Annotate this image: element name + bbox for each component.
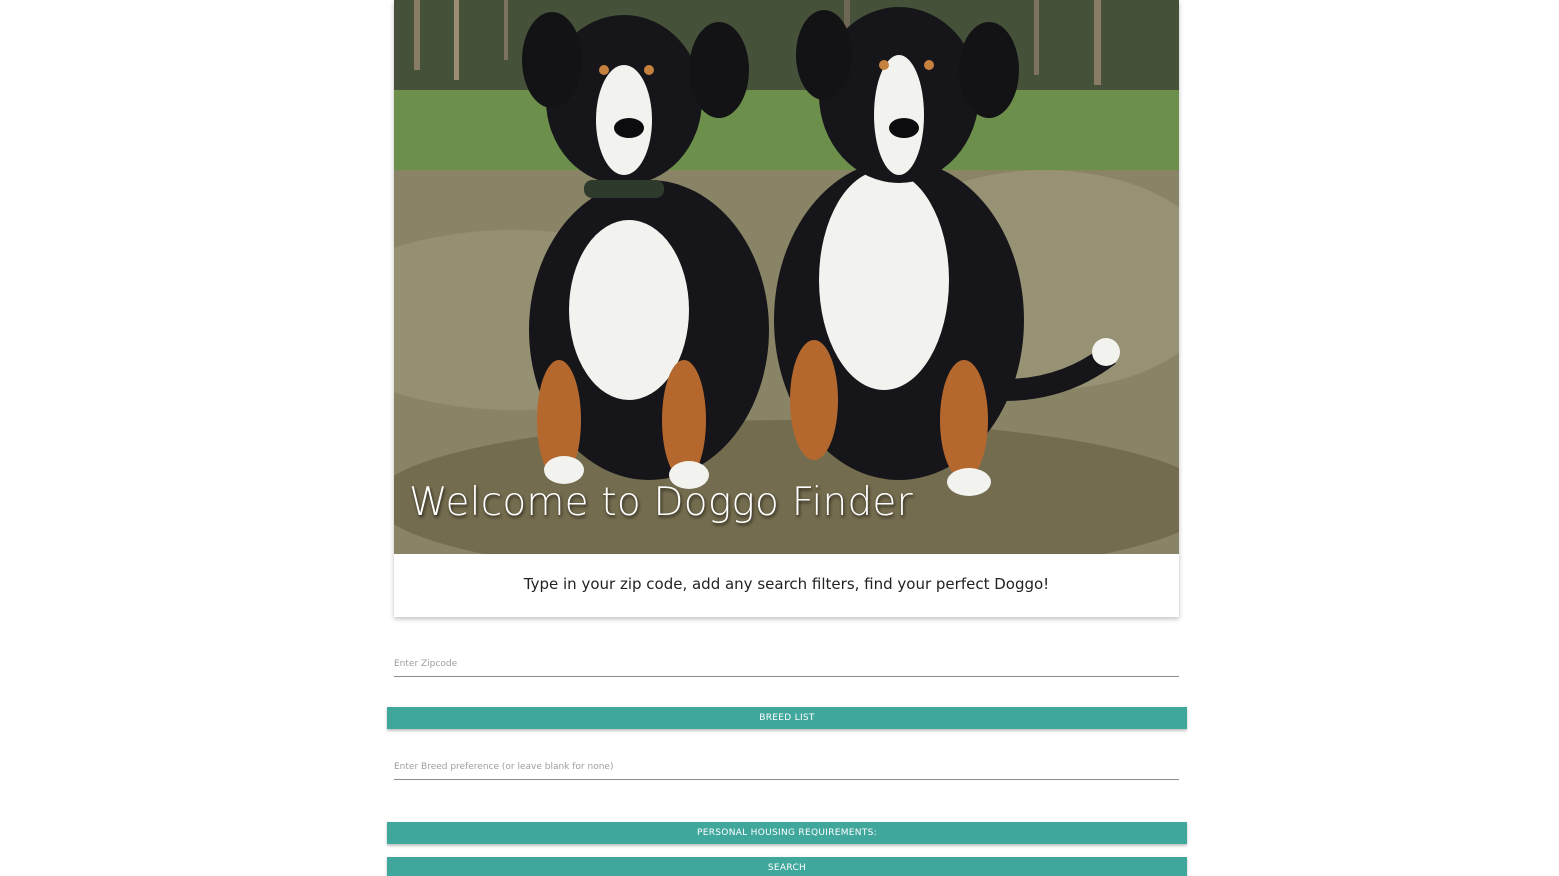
page-title: Welcome to Doggo Finder xyxy=(409,480,913,525)
hero-image: Welcome to Doggo Finder xyxy=(394,0,1179,554)
search-button[interactable]: SEARCH xyxy=(387,857,1187,876)
left-dog xyxy=(522,12,769,489)
intro-text: Type in your zip code, add any search fi… xyxy=(523,574,1050,593)
page: Welcome to Doggo Finder Type in your zip… xyxy=(0,0,1559,876)
welcome-card: Welcome to Doggo Finder Type in your zip… xyxy=(394,0,1179,617)
breed-list-button[interactable]: BREED LIST xyxy=(387,707,1187,729)
card-body: Type in your zip code, add any search fi… xyxy=(394,554,1179,617)
zipcode-input[interactable] xyxy=(394,652,1179,677)
dogs-photo xyxy=(394,0,1179,554)
breed-preference-input[interactable] xyxy=(394,755,1179,780)
housing-requirements-button[interactable]: PERSONAL HOUSING REQUIREMENTS: xyxy=(387,822,1187,844)
